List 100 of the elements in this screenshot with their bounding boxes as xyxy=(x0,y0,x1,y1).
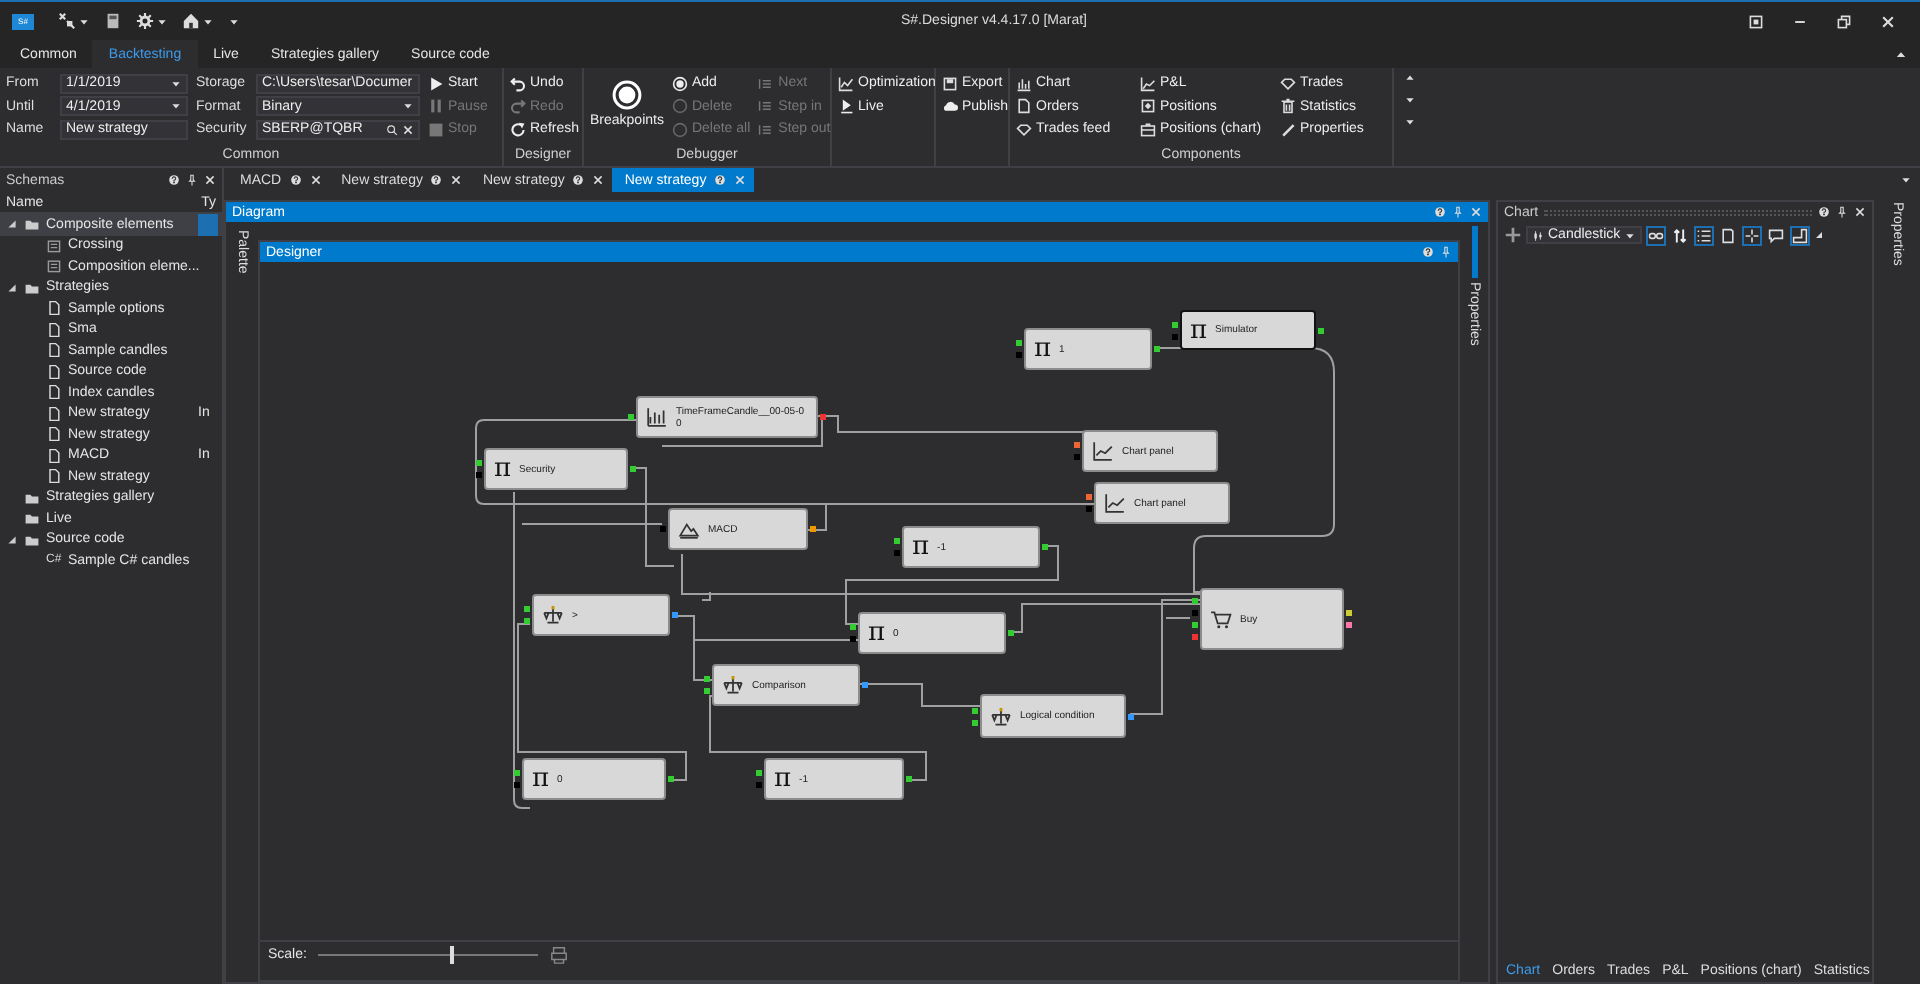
play-icon xyxy=(428,75,444,92)
caret-icon xyxy=(156,15,168,27)
plus-icon xyxy=(1504,226,1522,244)
close-icon xyxy=(1854,206,1866,218)
caret-icon xyxy=(78,15,90,27)
bin-icon xyxy=(1280,98,1296,115)
help-icon xyxy=(1422,246,1434,258)
save-icon xyxy=(104,12,122,30)
folder-icon xyxy=(24,216,40,233)
scales-icon xyxy=(990,705,1012,727)
pi-icon: π xyxy=(774,766,792,792)
mountain-icon xyxy=(678,518,700,540)
comment-icon xyxy=(1768,227,1784,243)
line-chart-icon xyxy=(1092,440,1114,462)
house-icon xyxy=(182,12,200,30)
positions-icon xyxy=(1140,98,1156,115)
document-icon xyxy=(1016,98,1032,115)
corner-icon xyxy=(1792,227,1808,243)
list-icon xyxy=(1696,227,1712,243)
window-icon xyxy=(1748,13,1764,29)
port[interactable] xyxy=(1128,713,1134,719)
close-icon xyxy=(734,174,747,186)
toolbar-toggle[interactable] xyxy=(1694,225,1714,245)
redo-icon xyxy=(510,98,526,115)
bar-chart-icon xyxy=(1016,75,1032,92)
pause-icon xyxy=(428,98,444,115)
play-icon xyxy=(838,98,854,115)
close-icon xyxy=(450,174,463,186)
scales-icon xyxy=(722,674,744,696)
line-chart-icon xyxy=(838,75,854,92)
close-icon xyxy=(402,123,414,136)
breakpoint-icon xyxy=(611,80,642,110)
line-chart-icon xyxy=(1140,75,1156,92)
close-icon xyxy=(204,174,216,186)
toolbar-toggle[interactable] xyxy=(1742,225,1762,245)
close-icon xyxy=(1470,206,1482,218)
pin-icon xyxy=(1452,206,1464,218)
search-icon xyxy=(386,123,398,136)
candlestick-icon xyxy=(646,406,668,428)
pencil-icon xyxy=(1280,121,1296,138)
link-icon xyxy=(1648,227,1664,243)
slider-thumb[interactable] xyxy=(450,946,455,964)
diamond-icon xyxy=(1016,121,1032,138)
restore-icon xyxy=(1836,13,1852,29)
caret-icon xyxy=(1624,229,1637,241)
caret-icon xyxy=(1894,47,1908,61)
port[interactable] xyxy=(1318,327,1324,333)
toolbar-toggle[interactable] xyxy=(1646,225,1666,245)
toolbar-button[interactable] xyxy=(58,12,90,30)
pi-icon: π xyxy=(494,456,512,482)
help-icon xyxy=(714,174,727,186)
help-icon xyxy=(1434,206,1446,218)
caret-icon xyxy=(402,100,414,113)
close-icon xyxy=(1880,13,1896,29)
pi-icon: π xyxy=(868,620,886,646)
component-icon xyxy=(46,237,62,254)
pin-icon xyxy=(1440,246,1452,258)
expand-arrow-icon[interactable] xyxy=(6,218,18,231)
refresh-icon xyxy=(510,121,526,138)
toolbar-toggle[interactable] xyxy=(1718,225,1738,245)
component-icon xyxy=(46,258,62,275)
step-icon xyxy=(758,98,775,115)
printer-icon xyxy=(550,946,569,964)
toolbar-button[interactable] xyxy=(104,12,122,30)
line-chart-icon xyxy=(1104,492,1126,514)
gear-icon xyxy=(136,12,154,30)
caret-icon xyxy=(1900,174,1912,186)
pi-icon: π xyxy=(1190,317,1208,343)
close-icon xyxy=(309,174,322,186)
undo-icon xyxy=(510,75,526,92)
folder-icon xyxy=(24,279,40,296)
candlestick-icon xyxy=(1532,229,1544,241)
help-icon xyxy=(289,174,302,186)
connect-icon xyxy=(58,12,76,30)
cloud-icon xyxy=(942,98,958,115)
pi-icon: π xyxy=(912,534,930,560)
pin-icon xyxy=(186,174,198,186)
help-icon xyxy=(572,174,585,186)
page-icon xyxy=(1720,227,1736,243)
expand-arrow-icon[interactable] xyxy=(6,281,18,294)
save-icon xyxy=(942,75,958,92)
step-icon xyxy=(758,121,775,138)
toolbar-button[interactable] xyxy=(182,12,214,30)
toolbar-button[interactable] xyxy=(136,12,168,30)
scales-icon xyxy=(542,604,564,626)
help-icon xyxy=(430,174,443,186)
pi-icon: π xyxy=(532,766,550,792)
crosshair-icon xyxy=(1744,227,1760,243)
caret-icon xyxy=(202,15,214,27)
sort-icon xyxy=(1672,227,1688,243)
close-icon xyxy=(592,174,605,186)
caret-icon xyxy=(228,15,240,27)
diamond-icon xyxy=(1280,75,1296,92)
stop-icon xyxy=(428,121,444,138)
expand-arrow-icon[interactable] xyxy=(6,533,18,546)
toolbar-toggle[interactable] xyxy=(1790,225,1810,245)
step-icon xyxy=(758,75,775,92)
briefcase-icon xyxy=(1140,121,1156,138)
help-icon xyxy=(168,174,180,186)
cart-icon xyxy=(1210,608,1232,630)
